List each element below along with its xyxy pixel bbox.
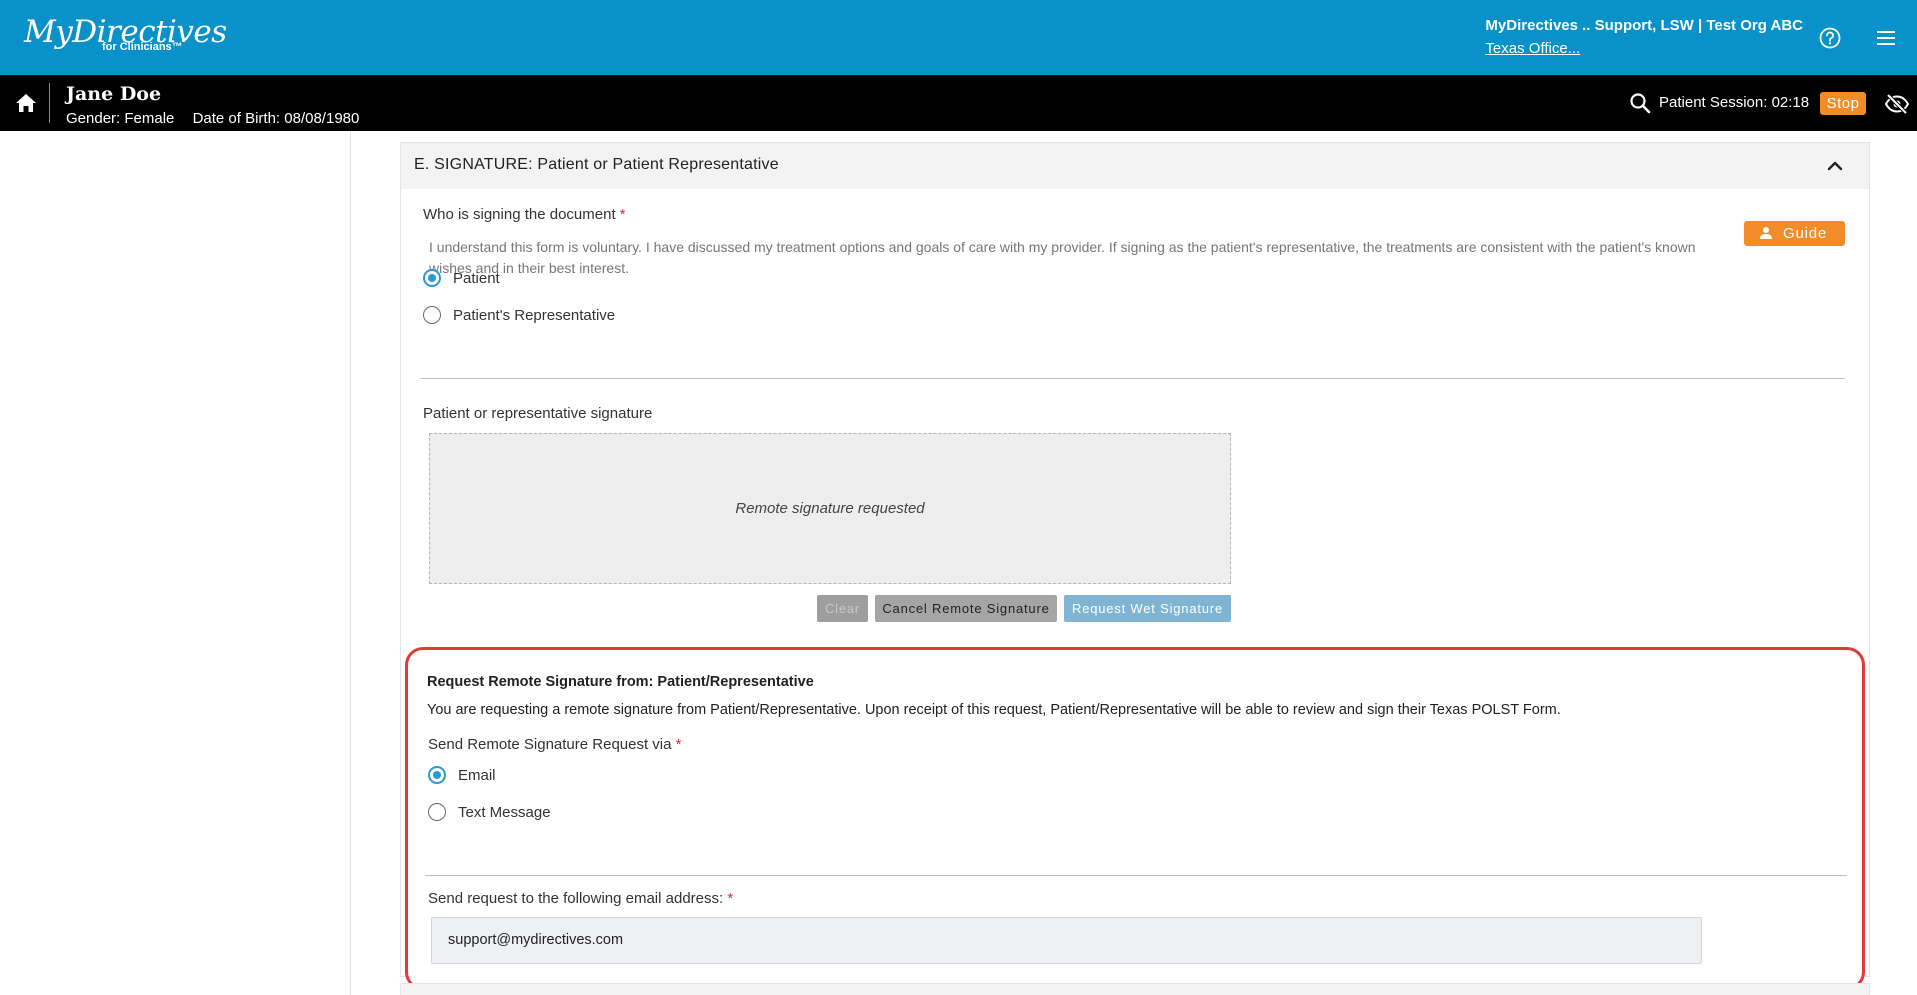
patient-meta: Gender: Female Date of Birth: 08/08/1980 [66, 110, 359, 127]
guide-button[interactable]: Guide [1744, 221, 1845, 246]
user-info: MyDirectives .. Support, LSW | Test Org … [1485, 17, 1803, 57]
left-sidebar [0, 131, 351, 995]
home-icon[interactable] [14, 92, 38, 114]
required-marker: * [619, 206, 626, 223]
request-wet-signature-button[interactable]: Request Wet Signature [1064, 595, 1231, 622]
patient-session-timer: Patient Session: 02:18 [1659, 94, 1810, 111]
patient-name: Jane Doe [66, 83, 162, 105]
remote-request-title: Request Remote Signature from: Patient/R… [427, 674, 814, 690]
radio-label-representative: Patient's Representative [453, 307, 616, 324]
required-marker: * [675, 736, 682, 753]
stop-session-button[interactable]: Stop [1820, 92, 1866, 115]
mydirectives-logo[interactable]: MyDirectives for Clinicians™ [24, 14, 227, 62]
office-link[interactable]: Texas Office... [1485, 40, 1803, 57]
radio-button[interactable] [423, 306, 441, 324]
main-content: E. SIGNATURE: Patient or Patient Represe… [352, 131, 1917, 995]
radio-label-email: Email [458, 767, 496, 784]
section-header[interactable]: E. SIGNATURE: Patient or Patient Represe… [401, 143, 1869, 189]
search-icon[interactable] [1629, 92, 1651, 114]
send-via-text: Send Remote Signature Request via [428, 736, 672, 753]
signature-section: E. SIGNATURE: Patient or Patient Represe… [400, 142, 1870, 990]
next-section-header[interactable] [400, 983, 1870, 995]
email-address-label: Send request to the following email addr… [428, 890, 733, 907]
clear-button[interactable]: Clear [817, 595, 868, 622]
radio-button-checked[interactable] [428, 766, 446, 784]
help-icon[interactable] [1819, 27, 1841, 49]
hamburger-menu-icon[interactable] [1875, 29, 1897, 47]
patient-gender: Gender: Female [66, 110, 175, 127]
divider [421, 378, 1845, 379]
eye-off-icon[interactable] [1884, 93, 1910, 115]
guide-label: Guide [1783, 225, 1828, 242]
email-address-text: Send request to the following email addr… [428, 890, 724, 907]
cancel-remote-signature-button[interactable]: Cancel Remote Signature [875, 595, 1057, 622]
radio-button-checked[interactable] [423, 269, 441, 287]
app-header: MyDirectives for Clinicians™ MyDirective… [0, 0, 1917, 75]
signer-description: I understand this form is voluntary. I h… [429, 239, 1696, 276]
remote-signature-request-panel: Request Remote Signature from: Patient/R… [405, 647, 1865, 990]
signer-question-text: Who is signing the document [423, 206, 616, 223]
signer-question-label: Who is signing the document * [423, 206, 626, 223]
remote-request-description: You are requesting a remote signature fr… [427, 702, 1561, 718]
logo-sub-text: for Clinicians™ [102, 41, 183, 53]
radio-label-patient: Patient [453, 270, 500, 287]
radio-button[interactable] [428, 803, 446, 821]
send-via-label: Send Remote Signature Request via * [428, 736, 682, 753]
divider [425, 875, 1847, 876]
signature-label: Patient or representative signature [423, 405, 653, 422]
radio-label-text-message: Text Message [458, 804, 551, 821]
person-icon [1759, 226, 1773, 240]
user-name: MyDirectives .. Support, LSW | Test Org … [1485, 17, 1803, 34]
required-marker: * [727, 890, 734, 907]
patient-bar: Jane Doe Gender: Female Date of Birth: 0… [0, 75, 1917, 131]
patient-bar-divider [49, 83, 50, 123]
chevron-up-icon[interactable] [1827, 159, 1843, 171]
signature-pad[interactable]: Remote signature requested [429, 433, 1231, 584]
signature-status: Remote signature requested [735, 500, 925, 517]
email-address-input[interactable]: support@mydirectives.com [431, 917, 1702, 964]
patient-dob: Date of Birth: 08/08/1980 [192, 110, 360, 127]
section-title: E. SIGNATURE: Patient or Patient Represe… [414, 156, 779, 173]
